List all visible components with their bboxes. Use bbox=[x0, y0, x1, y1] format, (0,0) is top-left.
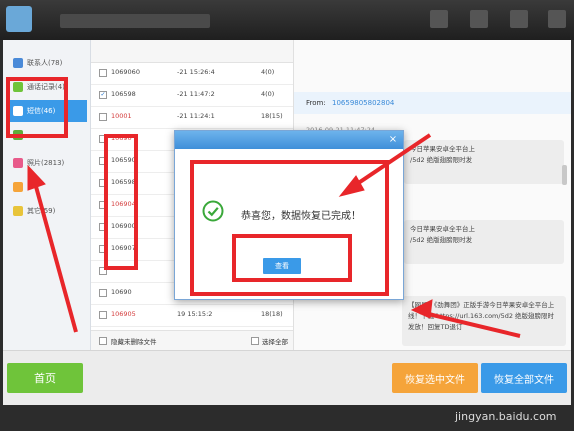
watermark: jingyan.baidu.com bbox=[455, 410, 557, 423]
annotation-arrows bbox=[27, 133, 521, 338]
